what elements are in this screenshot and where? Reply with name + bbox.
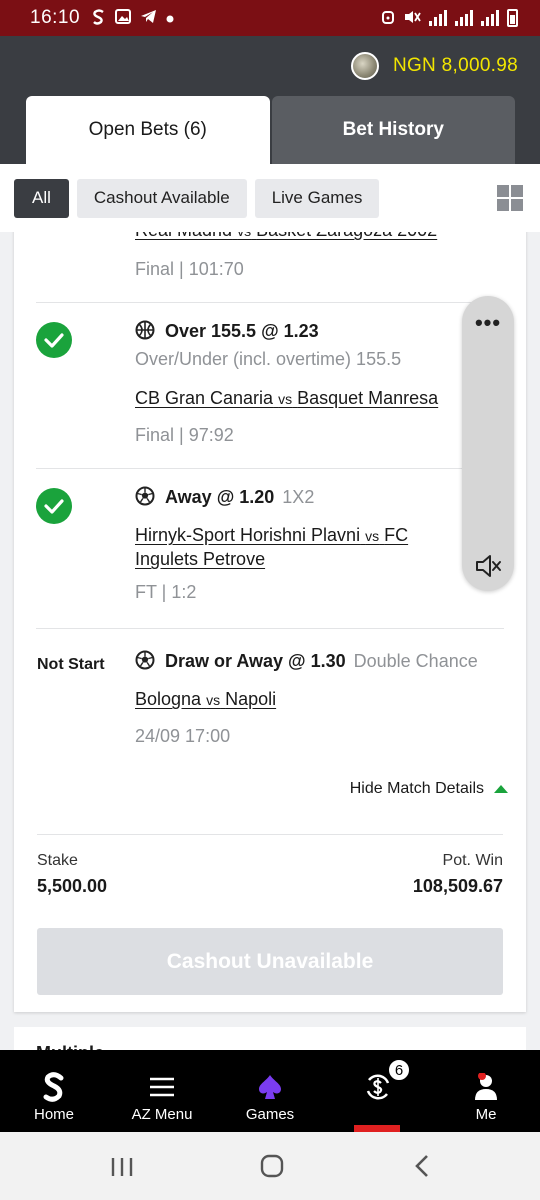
app-header: NGN 8,000.98 Open Bets (6) Bet History xyxy=(0,36,540,164)
nav-games[interactable]: Games xyxy=(216,1050,324,1132)
pot-win-label: Pot. Win xyxy=(442,852,503,869)
open-bets-badge: 6 xyxy=(387,1058,411,1082)
status-bar: 16:10 xyxy=(0,0,540,36)
match-link[interactable]: Bologna vs Napoli xyxy=(135,688,475,712)
soccer-icon xyxy=(135,650,157,672)
menu-icon xyxy=(149,1072,175,1102)
filter-all[interactable]: All xyxy=(14,178,69,218)
bottom-nav: Home AZ Menu Games 6 Me xyxy=(0,1050,540,1132)
battery-icon xyxy=(507,9,518,27)
bets-tabs: Open Bets (6) Bet History xyxy=(26,96,515,164)
balance-display[interactable]: NGN 8,000.98 xyxy=(350,52,518,80)
telegram-icon xyxy=(140,9,157,27)
nav-me[interactable]: Me xyxy=(432,1050,540,1132)
floating-video-controls[interactable]: ••• xyxy=(462,296,514,591)
nav-home[interactable]: Home xyxy=(0,1050,108,1132)
hide-match-details-toggle[interactable]: Hide Match Details xyxy=(350,780,508,798)
mute-vibrate-icon xyxy=(403,9,421,28)
soccer-icon xyxy=(135,486,157,508)
market-name: 1X2 xyxy=(282,486,315,507)
check-icon xyxy=(36,488,72,524)
nav-me-label: Me xyxy=(475,1106,497,1123)
alarm-icon xyxy=(381,9,395,28)
balance-amount: NGN 8,000.98 xyxy=(392,55,518,76)
nav-az-menu[interactable]: AZ Menu xyxy=(108,1050,216,1132)
nav-open-bets[interactable]: 6 xyxy=(324,1050,432,1132)
tab-bet-history[interactable]: Bet History xyxy=(271,96,515,164)
avatar[interactable] xyxy=(350,52,379,80)
signal-h-icon xyxy=(455,10,473,26)
match-result: FT | 1:2 xyxy=(135,582,197,602)
spade-icon xyxy=(258,1072,282,1102)
basketball-icon xyxy=(135,320,157,342)
sporty-notification-icon xyxy=(92,8,106,28)
match-result: Final | 101:70 xyxy=(135,259,244,279)
sporty-logo-icon xyxy=(43,1072,65,1102)
user-icon xyxy=(473,1072,499,1102)
system-nav-bar xyxy=(0,1132,540,1200)
match-link[interactable]: CB Gran Canaria vs Basquet Manresa xyxy=(135,387,475,411)
nav-games-label: Games xyxy=(245,1106,295,1123)
tab-open-bets[interactable]: Open Bets (6) xyxy=(26,96,270,164)
stake-summary: Stake 5,500.00 Pot. Win 108,509.67 xyxy=(37,852,503,897)
back-icon[interactable] xyxy=(414,1154,430,1183)
filter-cashout-available[interactable]: Cashout Available xyxy=(76,178,247,218)
selection-text: Over 155.5 @ 1.23 xyxy=(165,320,319,341)
signal-r-icon xyxy=(429,10,447,26)
status-not-started: Not Start xyxy=(37,656,105,673)
match-result: Final | 97:92 xyxy=(135,425,234,445)
market-line: Over/Under (incl. overtime) 155.5 xyxy=(135,349,402,369)
selection-text: Draw or Away @ 1.30 xyxy=(165,650,346,671)
dot-icon xyxy=(166,11,174,26)
selection-text: Away @ 1.20 xyxy=(165,486,275,507)
cashout-button[interactable]: Cashout Unavailable xyxy=(37,928,503,995)
mute-icon[interactable] xyxy=(473,551,503,581)
chevron-up-icon xyxy=(494,785,508,793)
status-time: 16:10 xyxy=(30,7,81,28)
check-icon xyxy=(36,322,72,358)
nav-az-menu-label: AZ Menu xyxy=(131,1106,193,1123)
gallery-icon xyxy=(115,9,132,27)
pot-win-value: 108,509.67 xyxy=(412,876,503,896)
filter-bar: All Cashout Available Live Games xyxy=(0,164,540,232)
grid-view-icon[interactable] xyxy=(497,185,523,211)
filter-live-games[interactable]: Live Games xyxy=(254,178,380,218)
match-link[interactable]: Hirnyk-Sport Horishni Plavni vs FC Ingul… xyxy=(135,524,475,571)
match-kickoff: 24/09 17:00 xyxy=(135,726,231,746)
more-options-icon[interactable]: ••• xyxy=(462,310,514,336)
recent-apps-icon[interactable] xyxy=(110,1156,134,1183)
home-button-icon[interactable] xyxy=(260,1154,284,1183)
signal-icon xyxy=(481,10,499,26)
nav-home-label: Home xyxy=(33,1106,74,1123)
match-link[interactable]: Real Madrid vs Basket Zaragoza 2002 xyxy=(135,232,475,243)
market-name: Double Chance xyxy=(353,650,478,671)
